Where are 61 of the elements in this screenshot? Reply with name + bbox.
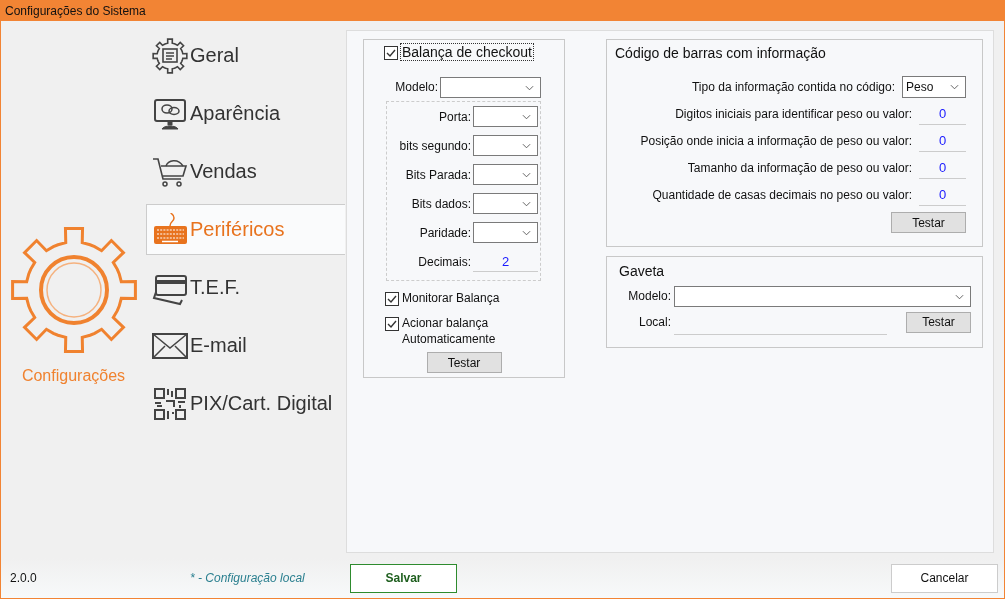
nav-item[interactable]: Vendas <box>146 146 345 197</box>
checkbox-label: Acionar balança Automaticamente <box>402 315 497 347</box>
dropdown[interactable] <box>473 222 538 243</box>
nav-item[interactable]: Geral <box>146 30 345 81</box>
field-label: Paridade: <box>419 225 471 240</box>
checkbox-label: Balança de checkout <box>401 44 533 60</box>
save-button[interactable]: Salvar <box>350 563 457 593</box>
caret-icon <box>522 172 531 178</box>
test-button[interactable]: Testar <box>906 311 971 333</box>
field-label: Quantidade de casas decimais no peso ou valor: <box>652 187 912 202</box>
logo-label: Configurações <box>21 366 126 385</box>
field-label: bits segundo: <box>399 138 471 153</box>
cancel-button[interactable]: Cancelar <box>891 563 998 593</box>
group-title: Código de barras com informação <box>615 45 827 61</box>
dropdown[interactable] <box>473 193 538 214</box>
caret-icon <box>522 230 531 236</box>
dropdown[interactable] <box>473 106 538 127</box>
nav-item[interactable]: PIX/Cart. Digital <box>146 378 345 429</box>
qr-code-icon <box>152 385 188 422</box>
nav-item[interactable]: Aparência <box>146 88 345 139</box>
nav-item[interactable]: T.E.F. <box>146 262 345 313</box>
test-button[interactable]: Testar <box>426 352 502 373</box>
input-field[interactable]: 0 <box>919 102 966 125</box>
caret-icon <box>525 84 534 91</box>
group-title: Gaveta <box>619 263 666 279</box>
gear-document-icon <box>152 37 188 74</box>
window-title: Configurações do Sistema <box>5 3 146 18</box>
field-label: Modelo: <box>627 289 671 303</box>
checkbox-label: Monitorar Balança <box>402 290 501 306</box>
field-label: Porta: <box>439 109 471 124</box>
field-label: Bits dados: <box>411 196 471 211</box>
field-label: Posição onde inicia a informação de peso ou valor: <box>640 133 912 148</box>
input-field[interactable]: 0 <box>919 156 966 179</box>
dropdown[interactable] <box>473 164 538 185</box>
version-label: 2.0.0 <box>10 571 38 585</box>
caret-icon <box>522 143 531 149</box>
dropdown[interactable] <box>473 135 538 156</box>
field-label: Decimais: <box>418 254 471 269</box>
caret-icon <box>522 114 531 120</box>
input-field[interactable]: 0 <box>919 129 966 152</box>
field-label: Modelo: <box>395 80 438 94</box>
field-label: Tamanho da informação de peso ou valor: <box>687 160 912 175</box>
caret-icon <box>955 293 964 300</box>
checkbox[interactable] <box>384 45 398 60</box>
checkbox[interactable] <box>385 317 399 331</box>
model-dropdown[interactable] <box>440 76 541 98</box>
test-button[interactable]: Testar <box>891 212 966 233</box>
type-dropdown[interactable]: Peso <box>902 75 966 98</box>
input-field[interactable]: 2 <box>473 251 538 272</box>
nav-item[interactable]: E-mail <box>146 320 345 371</box>
field-label: Bits Parada: <box>405 167 471 182</box>
checkbox[interactable] <box>385 292 399 306</box>
input-field[interactable]: 0 <box>919 183 966 206</box>
model-dropdown[interactable] <box>674 285 971 307</box>
caret-icon <box>950 83 959 90</box>
field-label: Local: <box>637 315 671 329</box>
gear-icon <box>8 224 139 355</box>
field-label: Digitos iniciais para identificar peso ou valor: <box>675 106 912 121</box>
footnote: * - Configuração local <box>190 571 306 585</box>
caret-icon <box>522 201 531 207</box>
field-label: Tipo da informação contida no código: <box>692 79 895 94</box>
